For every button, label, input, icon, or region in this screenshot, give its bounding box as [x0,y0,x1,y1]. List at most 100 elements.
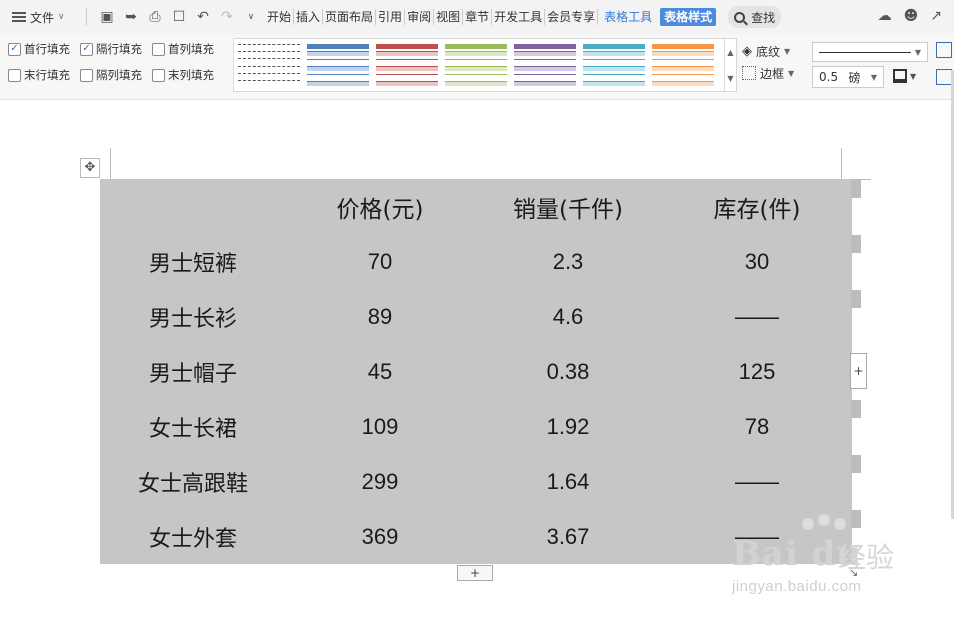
chevron-down-icon: ▼ [870,72,877,82]
table-cell[interactable]: 125 [662,344,852,399]
checkbox-banded-columns[interactable]: 隔列填充 [80,66,152,84]
share-icon[interactable]: ↗ [930,8,942,24]
chevron-down-icon: ∨ [58,12,65,22]
tab-page-layout[interactable]: 页面布局 [323,9,377,25]
table-header-cell[interactable]: 库存(件) [662,179,852,234]
add-row-button[interactable]: + [457,565,493,581]
table-style-gallery: ▲ ▼ [233,38,737,92]
redo-icon[interactable]: ↷ [219,9,235,25]
table-style-swatch[interactable] [583,43,645,87]
save-icon[interactable]: ▣ [99,9,115,25]
table-cell[interactable]: 女士长裙 [100,399,286,454]
row-resize-marker[interactable] [851,235,861,253]
table-cell[interactable]: 4.6 [474,289,662,344]
format-painter-icon[interactable]: ➥ [123,9,139,25]
row-resize-marker[interactable] [851,400,861,418]
line-weight-select[interactable]: 0.5 磅 ▼ [812,66,884,88]
pen-color-icon [893,69,907,83]
table-cell[interactable]: 369 [286,509,474,564]
data-table[interactable]: 价格(元) 销量(千件) 库存(件) 男士短裤 70 2.3 30 男士长衫 8… [100,179,852,564]
paw-icon [818,514,830,526]
table-cell[interactable]: 2.3 [474,234,662,289]
row-resize-marker[interactable] [851,455,861,473]
checkbox-label: 首列填充 [168,42,214,56]
checkbox-last-row-fill[interactable]: 末行填充 [8,66,80,84]
add-column-button[interactable]: + [850,353,867,389]
row-resize-marker[interactable] [851,290,861,308]
checkbox-unchecked-icon [152,42,165,56]
table-cell[interactable]: —— [662,289,852,344]
collaborate-icon[interactable]: ☻ [904,8,919,24]
table-cell[interactable]: 女士外套 [100,509,286,564]
tab-insert[interactable]: 插入 [294,9,324,25]
table-cell[interactable]: 0.38 [474,344,662,399]
table-header-cell[interactable]: 销量(千件) [474,179,662,234]
table-cell[interactable]: 1.64 [474,454,662,509]
line-style-select[interactable]: ▼ [812,42,928,62]
table-style-swatch[interactable] [514,43,576,87]
table-cell[interactable]: 3.67 [474,509,662,564]
checkbox-last-column-fill[interactable]: 末列填充 [152,66,224,84]
table-cell[interactable]: —— [662,454,852,509]
tab-member[interactable]: 会员专享 [545,9,599,25]
tab-table-style[interactable]: 表格样式 [660,8,717,26]
line-weight-unit: 磅 [848,70,861,85]
border-button[interactable]: 边框 ▼ [742,62,794,84]
checkbox-checked-icon: ✓ [8,42,21,56]
customize-toolbar-icon[interactable]: ∨ [243,12,259,22]
table-cell[interactable]: 45 [286,344,474,399]
tab-chapter[interactable]: 章节 [463,9,493,25]
chevron-down-icon[interactable]: ▼ [727,74,733,83]
table-row: 男士长衫 89 4.6 —— [100,289,852,344]
table-cell[interactable]: 30 [662,234,852,289]
tab-home[interactable]: 开始 [265,9,295,25]
table-cell[interactable]: 70 [286,234,474,289]
baidu-watermark: Bai du 经验 jingyan.baidu.com [724,512,924,607]
table-style-swatch[interactable] [652,43,714,87]
undo-icon[interactable]: ↶ [195,9,211,25]
checkbox-banded-rows[interactable]: ✓ 隔行填充 [80,40,152,58]
gallery-scroll[interactable]: ▲ ▼ [724,39,736,91]
chevron-up-icon[interactable]: ▲ [727,48,733,57]
ribbon-panel: ✓ 首行填充 ✓ 隔行填充 首列填充 末行填充 隔列填充 末列填充 ▲ ▼ ◈ … [0,34,954,100]
table-move-handle[interactable]: ✥ [80,158,100,178]
checkbox-unchecked-icon [152,68,165,82]
table-style-swatch[interactable] [307,43,369,87]
table-cell[interactable]: 299 [286,454,474,509]
search-button[interactable]: 查找 [728,6,782,28]
print-preview-icon[interactable]: ☐ [171,9,187,25]
print-icon[interactable]: ⎙ [147,9,163,25]
checkbox-first-column-fill[interactable]: 首列填充 [152,40,224,58]
checkbox-first-row-fill[interactable]: ✓ 首行填充 [8,40,80,58]
tab-references[interactable]: 引用 [376,9,406,25]
draw-table-icon[interactable] [936,42,952,58]
table-style-swatch[interactable] [445,43,507,87]
table-style-swatch[interactable] [238,43,300,87]
fill-options: ✓ 首行填充 ✓ 隔行填充 首列填充 末行填充 隔列填充 末列填充 [8,40,224,84]
table-cell[interactable]: 1.92 [474,399,662,454]
checkbox-label: 首行填充 [24,42,70,56]
table-cell[interactable]: 男士短裤 [100,234,286,289]
table-cell[interactable]: 109 [286,399,474,454]
watermark-logo-suffix: 经验 [838,541,895,574]
erase-table-icon[interactable] [936,69,952,85]
table-cell[interactable]: 89 [286,289,474,344]
table-header-cell[interactable] [100,179,286,234]
shading-button[interactable]: ◈ 底纹 ▼ [742,40,794,62]
pen-color-button[interactable]: ▼ [893,69,916,83]
table-cell[interactable]: 78 [662,399,852,454]
shading-label: 底纹 [756,44,781,59]
tab-review[interactable]: 审阅 [405,9,435,25]
file-menu[interactable]: 文件 ∨ [12,9,82,26]
table-row: 女士长裙 109 1.92 78 [100,399,852,454]
table-cell[interactable]: 女士高跟鞋 [100,454,286,509]
table-header-cell[interactable]: 价格(元) [286,179,474,234]
tab-table-tools[interactable]: 表格工具 [602,9,654,25]
table-style-swatch[interactable] [376,43,438,87]
cloud-sync-icon[interactable]: ☁ [878,8,892,24]
table-cell[interactable]: 男士长衫 [100,289,286,344]
tab-developer[interactable]: 开发工具 [492,9,546,25]
row-resize-marker[interactable] [851,180,861,198]
tab-view[interactable]: 视图 [434,9,464,25]
table-cell[interactable]: 男士帽子 [100,344,286,399]
